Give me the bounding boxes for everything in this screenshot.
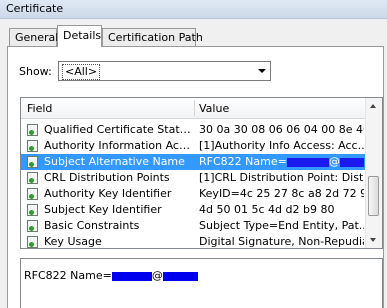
field-value: [1]CRL Distribution Point: Distr... (199, 171, 364, 184)
list-item[interactable]: Authority Key Identifier KeyID=4c 25 27 … (21, 186, 366, 202)
detail-prefix: RFC822 Name= (24, 269, 112, 282)
redaction-mark (339, 157, 364, 167)
list-item[interactable]: Subject Key Identifier 4d 50 01 5c 4d d2… (21, 202, 366, 218)
list-header: Field Value (21, 98, 366, 119)
certificate-field-icon (27, 220, 38, 232)
title-bar: Certificate (0, 0, 387, 19)
window-title: Certificate (6, 2, 64, 15)
field-name: CRL Distribution Points (44, 171, 170, 184)
field-name: Basic Constraints (44, 219, 140, 232)
redaction-mark (162, 271, 198, 281)
field-value-prefix: RFC822 Name= (199, 155, 287, 168)
detail-at: @ (151, 269, 163, 282)
list-item[interactable]: Basic Constraints Subject Type=End Entit… (21, 218, 366, 234)
field-detail-box[interactable]: RFC822 Name= @ (20, 258, 383, 308)
field-name: Key Usage (44, 235, 102, 248)
fields-list[interactable]: Field Value Qualified Certificate Statem… (20, 97, 383, 249)
tab-certification-path[interactable]: Certification Path (102, 28, 203, 46)
list-scrollbar[interactable] (365, 98, 382, 248)
field-value: Subject Type=End Entity, Pat... (199, 219, 364, 232)
field-name: Subject Key Identifier (44, 203, 162, 216)
field-detail-text: RFC822 Name= @ (24, 269, 198, 282)
list-item-selected[interactable]: Subject Alternative Name RFC822 Name= @ (21, 154, 366, 170)
field-value: RFC822 Name= @ (199, 155, 364, 168)
field-name: Subject Alternative Name (44, 155, 185, 168)
field-value: Digital Signature, Non-Repudia (199, 235, 364, 248)
certificate-field-icon (27, 124, 38, 136)
scroll-down-arrow-icon[interactable] (366, 232, 381, 248)
column-header-value[interactable]: Value (199, 102, 229, 115)
certificate-field-icon (27, 204, 38, 216)
scroll-up-arrow-icon[interactable] (366, 98, 381, 114)
field-name: Qualified Certificate Statem... (44, 123, 192, 136)
field-name: Authority Information Access (44, 139, 192, 152)
field-value: 4d 50 01 5c 4d d2 b9 80 (199, 203, 335, 216)
column-divider[interactable] (194, 100, 195, 116)
show-label: Show: (19, 65, 52, 78)
list-item[interactable]: Qualified Certificate Statem... 30 0a 30… (21, 122, 366, 138)
scrollbar-thumb[interactable] (368, 176, 379, 216)
certificate-field-icon (27, 140, 38, 152)
certificate-field-icon (27, 188, 38, 200)
field-value: [1]Authority Info Access: Acc... (199, 139, 364, 152)
list-item[interactable]: Authority Information Access [1]Authorit… (21, 138, 366, 154)
tab-details-label: Details (63, 29, 102, 42)
list-rows: Qualified Certificate Statem... 30 0a 30… (21, 122, 366, 248)
chevron-down-icon[interactable] (253, 62, 270, 80)
tab-certification-path-label: Certification Path (108, 31, 203, 44)
list-item[interactable]: CRL Distribution Points [1]CRL Distribut… (21, 170, 366, 186)
column-header-field[interactable]: Field (27, 102, 52, 115)
show-select-value: <All> (62, 64, 101, 80)
tab-general[interactable]: General (9, 28, 59, 46)
certificate-field-icon (27, 156, 38, 168)
field-value-at: @ (328, 155, 340, 168)
list-item[interactable]: Key Usage Digital Signature, Non-Repudia (21, 234, 366, 248)
tab-details[interactable]: Details (57, 25, 102, 47)
show-select[interactable]: <All> (58, 61, 271, 81)
redaction-mark (111, 271, 152, 281)
field-name: Authority Key Identifier (44, 187, 172, 200)
field-value: 30 0a 30 08 06 06 04 00 8e 46... (199, 123, 364, 136)
tab-general-label: General (15, 31, 59, 44)
field-value: KeyID=4c 25 27 8c a8 2d 72 9e (199, 187, 364, 200)
certificate-field-icon (27, 172, 38, 184)
certificate-field-icon (27, 236, 38, 248)
redaction-mark (286, 157, 329, 167)
